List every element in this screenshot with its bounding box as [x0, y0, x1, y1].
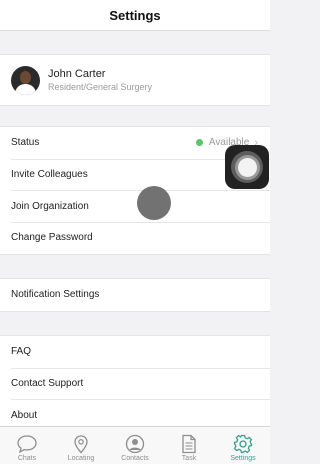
gear-icon	[233, 434, 253, 454]
tab-settings[interactable]: Settings	[216, 427, 270, 464]
page-title: Settings	[109, 7, 161, 23]
avatar	[11, 65, 40, 95]
document-icon	[182, 434, 196, 454]
tab-task-label: Task	[181, 455, 197, 462]
tab-locating-label: Locating	[67, 455, 95, 462]
tab-chats-label: Chats	[17, 455, 37, 462]
chat-bubble-icon	[17, 435, 37, 454]
join-organization-row[interactable]: Join Organization	[0, 190, 270, 222]
touch-indicator	[137, 186, 171, 220]
notification-group: Notification Settings	[0, 278, 270, 312]
faq-row[interactable]: FAQ	[0, 336, 270, 368]
profile-row[interactable]: John Carter Resident/General Surgery	[0, 55, 270, 105]
join-organization-label: Join Organization	[11, 200, 89, 212]
profile-name: John Carter	[48, 68, 106, 80]
faq-label: FAQ	[11, 346, 32, 358]
notification-settings-label: Notification Settings	[11, 289, 100, 301]
tab-settings-label: Settings	[230, 455, 256, 462]
status-indicator-icon	[195, 139, 203, 147]
notification-settings-row[interactable]: Notification Settings	[0, 279, 270, 311]
tab-locating[interactable]: Locating	[54, 427, 108, 464]
assistive-touch-button[interactable]	[225, 145, 269, 189]
about-label: About	[11, 409, 38, 421]
tab-contacts-label: Contacts	[121, 455, 149, 462]
profile-section: John Carter Resident/General Surgery	[0, 54, 270, 106]
navigation-bar: Settings	[0, 0, 270, 31]
tab-chats[interactable]: Chats	[0, 427, 54, 464]
profile-role: Resident/General Surgery	[48, 82, 153, 92]
contact-person-icon	[125, 434, 145, 454]
change-password-row[interactable]: Change Password	[0, 222, 270, 254]
invite-colleagues-label: Invite Colleagues	[11, 169, 88, 181]
support-group: FAQ Contact Support About	[0, 335, 270, 433]
status-label: Status	[11, 137, 40, 149]
contact-support-label: Contact Support	[11, 378, 84, 390]
tab-task[interactable]: Task	[162, 427, 216, 464]
tab-bar: Chats Locating Contacts Task Settings	[0, 426, 270, 464]
location-pin-icon	[74, 435, 88, 454]
change-password-label: Change Password	[11, 232, 93, 244]
tab-contacts[interactable]: Contacts	[108, 427, 162, 464]
contact-support-row[interactable]: Contact Support	[0, 367, 270, 400]
